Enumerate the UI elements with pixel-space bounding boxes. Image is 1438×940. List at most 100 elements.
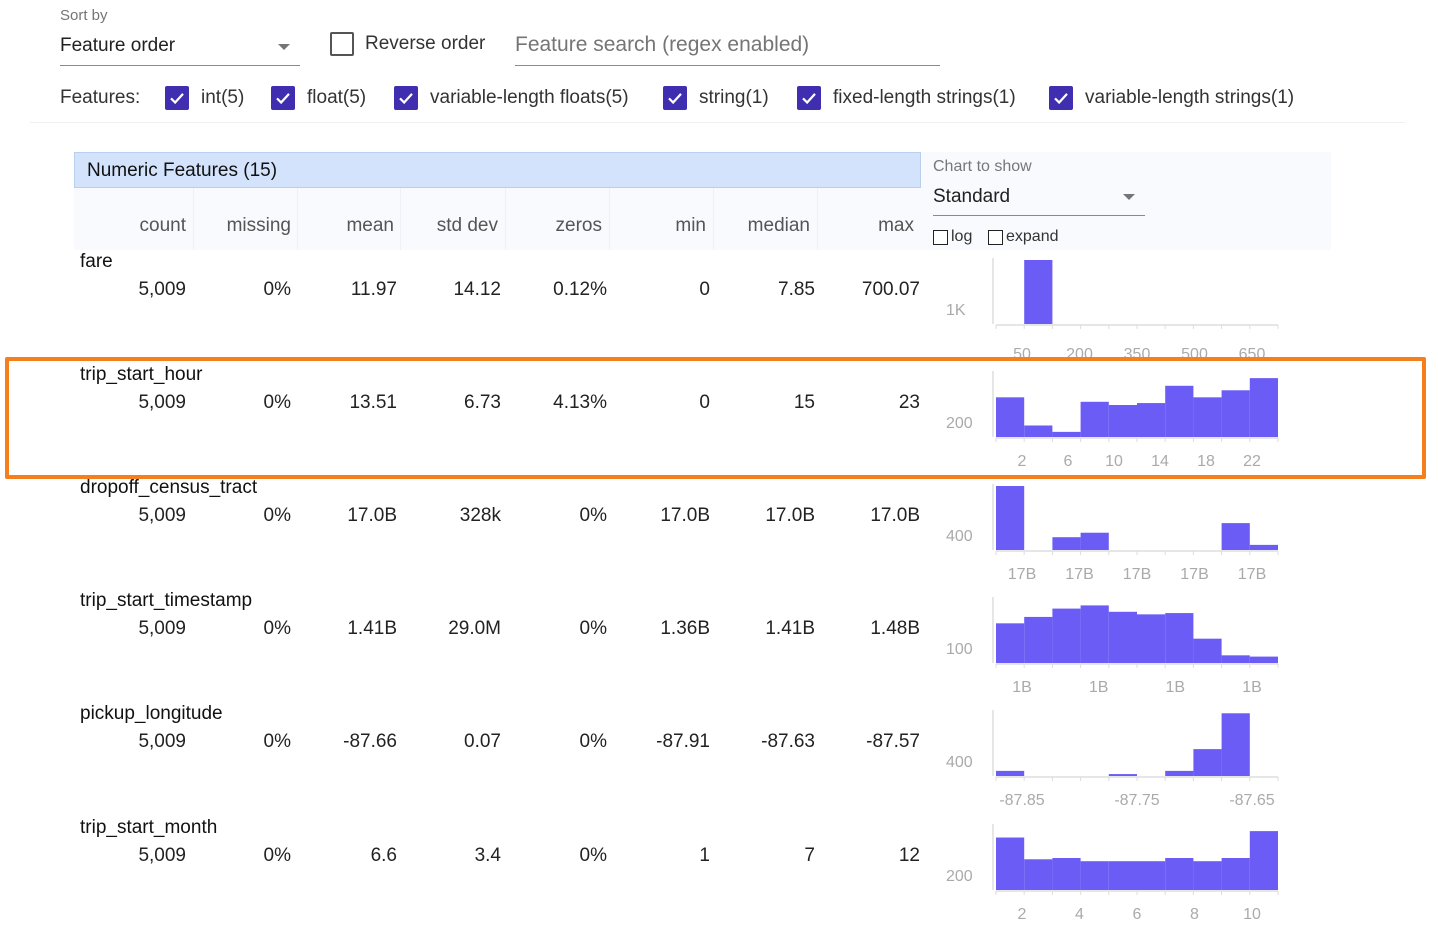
column-separator <box>609 188 610 250</box>
histogram-bar <box>1108 405 1137 437</box>
histogram-bar <box>1137 861 1166 890</box>
histogram-bar <box>1108 774 1137 776</box>
x-tick-label: 22 <box>1243 453 1261 470</box>
histogram-bar <box>1137 614 1166 663</box>
cell-count: 5,009 <box>138 392 186 413</box>
histogram-bar <box>1221 655 1250 663</box>
feature-type-label: variable-length floats(5) <box>430 87 629 108</box>
histogram-bar <box>1193 638 1222 663</box>
cell-min: 0 <box>699 279 710 300</box>
expand-toggle[interactable]: expand <box>988 228 1059 246</box>
histogram-bar <box>996 486 1025 550</box>
y-axis-label: 200 <box>946 415 973 432</box>
checkbox-checked-icon[interactable] <box>663 86 687 110</box>
cell-count: 5,009 <box>138 845 186 866</box>
cell-min: 1 <box>699 845 710 866</box>
checkbox-checked-icon[interactable] <box>271 86 295 110</box>
chart-to-show-dropdown[interactable]: Standard <box>933 182 1145 216</box>
x-tick-label: 17B <box>1008 566 1036 583</box>
cell-zeros: 0% <box>579 618 607 639</box>
expand-checkbox[interactable] <box>988 229 1003 245</box>
feature-type-label: variable-length strings(1) <box>1085 87 1295 108</box>
x-tick-label: 14 <box>1151 453 1169 470</box>
cell-mean: 11.97 <box>350 279 397 300</box>
cell-count: 5,009 <box>138 279 186 300</box>
histogram-bar <box>1221 858 1250 890</box>
cell-std-dev: 3.4 <box>474 845 501 866</box>
log-checkbox[interactable] <box>933 229 948 245</box>
features-filter-label: Features: <box>60 87 141 108</box>
expand-label: expand <box>1006 228 1059 245</box>
column-header-median[interactable]: median <box>748 215 810 237</box>
x-tick-label: 1B <box>1089 679 1109 696</box>
histogram-bar <box>1165 613 1194 663</box>
column-header-std-dev[interactable]: std dev <box>437 215 498 237</box>
histogram-bar <box>1165 770 1194 776</box>
feature-type-toggle-fixed-length-strings[interactable]: fixed-length strings(1) <box>797 86 1016 110</box>
x-tick-label: 17B <box>1180 566 1208 583</box>
checkbox-checked-icon[interactable] <box>1049 86 1073 110</box>
histogram-bar <box>1165 858 1194 890</box>
histogram-bar <box>1221 523 1250 550</box>
feature-type-toggle-int[interactable]: int(5) <box>165 86 244 110</box>
feature-type-toggle-variable-length-strings[interactable]: variable-length strings(1) <box>1049 86 1294 110</box>
histogram-bar <box>1052 608 1081 663</box>
feature-type-toggle-float[interactable]: float(5) <box>271 86 366 110</box>
cell-missing: 0% <box>263 279 291 300</box>
section-title: Numeric Features (15) <box>87 160 278 181</box>
column-header-min[interactable]: min <box>675 215 706 237</box>
column-header-zeros[interactable]: zeros <box>556 215 602 237</box>
column-header-max[interactable]: max <box>878 215 914 237</box>
histogram-bar <box>1024 859 1053 890</box>
checkbox-checked-icon[interactable] <box>797 86 821 110</box>
cell-missing: 0% <box>263 618 291 639</box>
feature-type-label: string(1) <box>699 87 769 108</box>
histogram-bar <box>1193 861 1222 890</box>
histogram-bar <box>1221 390 1250 437</box>
histogram-bar <box>1193 749 1222 776</box>
column-separator <box>400 188 401 250</box>
reverse-order-checkbox[interactable] <box>330 32 354 56</box>
histogram-bar <box>1108 611 1137 663</box>
histogram-bar <box>1080 861 1109 890</box>
column-header-missing[interactable]: missing <box>227 215 291 237</box>
feature-type-label: float(5) <box>307 87 367 108</box>
sort-by-dropdown[interactable]: Feature order <box>60 30 300 66</box>
x-tick-label: 2 <box>1018 453 1027 470</box>
checkbox-checked-icon[interactable] <box>165 86 189 110</box>
histogram-bar <box>1080 532 1109 550</box>
cell-median: -87.63 <box>761 731 815 752</box>
column-header-mean[interactable]: mean <box>346 215 394 237</box>
histogram-bar <box>1024 260 1053 324</box>
cell-missing: 0% <box>263 731 291 752</box>
x-tick-label: 17B <box>1065 566 1093 583</box>
feature-type-toggle-string[interactable]: string(1) <box>663 86 769 110</box>
cell-median: 17.0B <box>765 505 815 526</box>
cell-std-dev: 328k <box>459 505 501 526</box>
checkbox-checked-icon[interactable] <box>394 86 418 110</box>
feature-search-input[interactable]: Feature search (regex enabled) <box>515 30 940 66</box>
column-separator <box>713 188 714 250</box>
feature-type-label: fixed-length strings(1) <box>833 87 1016 108</box>
numeric-features-header: Numeric Features (15) <box>74 152 921 188</box>
x-tick-label: -87.75 <box>1114 792 1159 809</box>
log-toggle[interactable]: log <box>933 228 972 246</box>
cell-zeros: 0% <box>579 731 607 752</box>
histogram-bar <box>1165 385 1194 437</box>
histogram-bar <box>1137 403 1166 437</box>
cell-median: 7.85 <box>778 279 815 300</box>
x-tick-label: 10 <box>1105 453 1123 470</box>
cell-std-dev: 29.0M <box>448 618 501 639</box>
x-tick-label: 6 <box>1064 453 1073 470</box>
feature-type-toggle-variable-length-floats[interactable]: variable-length floats(5) <box>394 86 629 110</box>
cell-mean: 17.0B <box>347 505 397 526</box>
divider <box>30 122 1405 123</box>
cell-zeros: 0.12% <box>553 279 607 300</box>
column-header-count[interactable]: count <box>140 215 186 237</box>
histogram-bar <box>1052 431 1081 437</box>
chart-to-show-label: Chart to show <box>933 158 1032 175</box>
y-axis-label: 400 <box>946 754 973 771</box>
cell-min: 17.0B <box>660 505 710 526</box>
histogram-bar <box>1052 537 1081 550</box>
histogram-bar <box>1249 544 1278 550</box>
